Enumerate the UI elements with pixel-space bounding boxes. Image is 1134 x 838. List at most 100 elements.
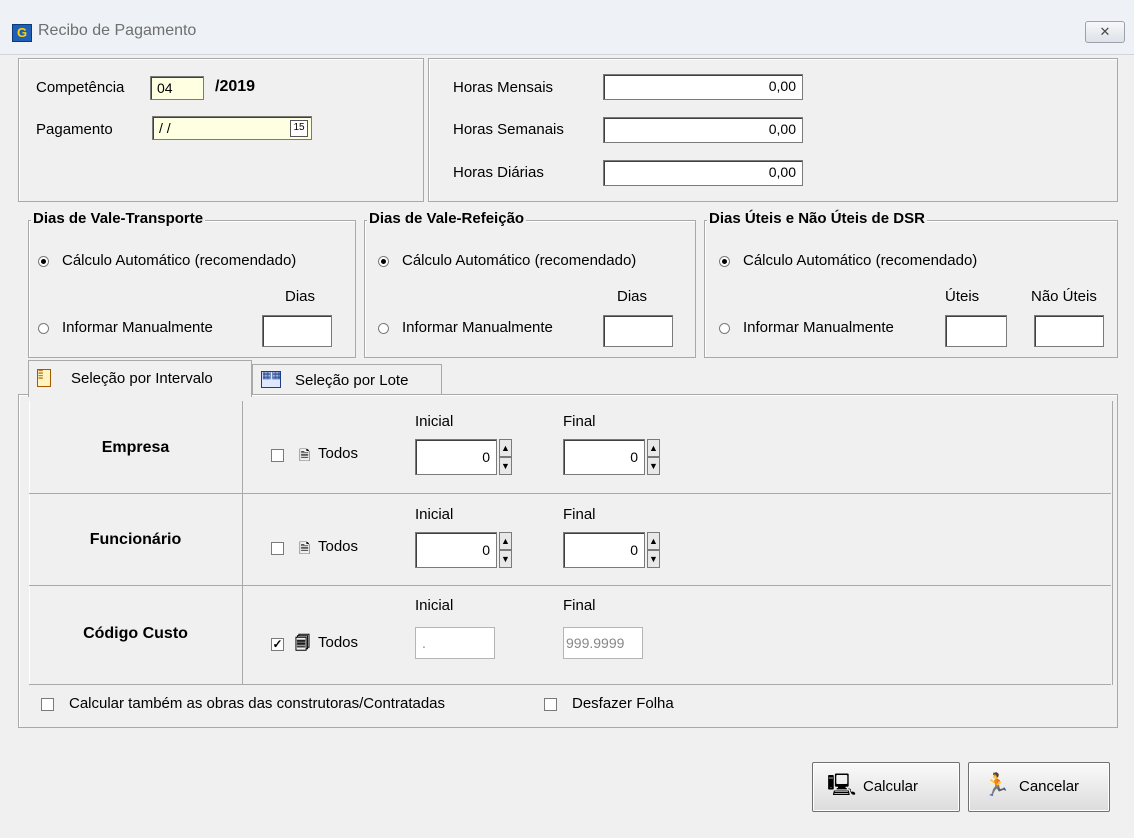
spin-up-icon[interactable]: ▲ [499,532,512,550]
grid-row-divider [29,493,1111,494]
cancelar-label: Cancelar [1019,778,1080,795]
pagamento-date-value: / / [159,120,171,136]
dsr-auto-label[interactable]: Cálculo Automático (recomendado) [743,252,977,269]
spin-up-icon[interactable]: ▲ [647,532,660,550]
desfazer-folha-label[interactable]: Desfazer Folha [572,695,674,712]
document-icon: ≡ ≡ [37,368,51,387]
vr-manual-label[interactable]: Informar Manualmente [402,319,553,336]
grid-vertical-divider [242,401,243,685]
empresa-inicial-input[interactable]: 0 [415,439,497,475]
vale-transporte-group: Dias de Vale-Transporte Cálculo Automáti… [28,210,356,358]
competencia-group: Competência 04 /2019 Pagamento / / 15 [18,58,424,202]
codigo-custo-final-label: Final [563,597,596,614]
dsr-group: Dias Úteis e Não Úteis de DSR Cálculo Au… [704,210,1118,358]
horas-diarias-label: Horas Diárias [453,164,544,181]
row-label-codigo-custo: Código Custo [83,625,188,642]
vt-dias-label: Dias [285,288,316,305]
empresa-inicial-label: Inicial [415,413,454,430]
dsr-title: Dias Úteis e Não Úteis de DSR [707,210,927,227]
pagamento-date-input[interactable]: / / 15 [152,116,312,140]
cancelar-button[interactable]: 🏃 Cancelar [968,762,1110,812]
funcionario-final-input[interactable]: 0 [563,532,645,568]
spin-down-icon[interactable]: ▼ [647,457,660,475]
spin-down-icon[interactable]: ▼ [647,550,660,568]
funcionario-todos-checkbox[interactable] [271,542,284,555]
vr-dias-input[interactable] [603,315,673,347]
tab-selecao-intervalo[interactable]: ≡ ≡ Seleção por Intervalo [28,360,252,397]
page-icon: 🗎 [299,540,311,556]
horas-mensais-input[interactable]: 0,00 [603,74,803,100]
codigo-custo-todos-label: Todos [318,634,359,651]
grid-bottom-divider [29,684,1111,685]
dsr-manual-label[interactable]: Informar Manualmente [743,319,894,336]
codigo-custo-final-input[interactable]: 999.9999 [563,627,643,659]
grid-icon: ▦▦ [261,371,281,388]
page-icon: 🗎 [299,447,311,463]
competencia-year: /2019 [215,78,256,95]
empresa-inicial-spinner[interactable]: ▲ ▼ [499,439,512,477]
vale-transporte-title: Dias de Vale-Transporte [31,210,206,227]
horas-mensais-label: Horas Mensais [453,79,554,96]
funcionario-inicial-label: Inicial [415,506,454,523]
vt-dias-input[interactable] [262,315,332,347]
dsr-uteis-input[interactable] [945,315,1007,347]
calendar-icon[interactable]: 15 [290,120,308,137]
dsr-nao-uteis-input[interactable] [1034,315,1104,347]
row-label-empresa: Empresa [101,439,170,456]
dsr-auto-radio[interactable] [719,256,730,267]
empresa-final-input[interactable]: 0 [563,439,645,475]
spin-up-icon[interactable]: ▲ [647,439,660,457]
funcionario-final-spinner[interactable]: ▲ ▼ [647,532,660,570]
funcionario-inicial-spinner[interactable]: ▲ ▼ [499,532,512,570]
empresa-final-label: Final [563,413,596,430]
codigo-custo-todos-checkbox[interactable]: ✓ [271,638,284,651]
tab-intervalo-label: Seleção por Intervalo [71,370,213,387]
empresa-final-spinner[interactable]: ▲ ▼ [647,439,660,477]
spin-up-icon[interactable]: ▲ [499,439,512,457]
tab-selecao-lote[interactable]: ▦▦ Seleção por Lote [252,364,442,395]
desfazer-folha-checkbox[interactable] [544,698,557,711]
dsr-nao-uteis-label: Não Úteis [1031,288,1097,305]
vale-refeicao-group: Dias de Vale-Refeição Cálculo Automático… [364,210,696,358]
tab-lote-label: Seleção por Lote [295,372,409,389]
vr-auto-label[interactable]: Cálculo Automático (recomendado) [402,252,636,269]
pages-icon: 🗐 [295,635,310,652]
grid-row-divider [29,585,1111,586]
horas-diarias-input[interactable]: 0,00 [603,160,803,186]
vt-auto-label[interactable]: Cálculo Automático (recomendado) [62,252,296,269]
close-button[interactable]: ✕ [1085,21,1125,43]
vt-manual-label[interactable]: Informar Manualmente [62,319,213,336]
title-bar: G Recibo de Pagamento ✕ [0,0,1134,55]
spin-down-icon[interactable]: ▼ [499,457,512,475]
competencia-month-input[interactable]: 04 [150,76,204,100]
codigo-custo-inicial-label: Inicial [415,597,454,614]
row-label-funcionario: Funcionário [89,531,182,548]
competencia-label: Competência [36,79,125,96]
vr-auto-radio[interactable] [378,256,389,267]
window-title: Recibo de Pagamento [38,22,197,39]
horas-semanais-label: Horas Semanais [453,121,564,138]
running-man-icon: 🏃 [983,772,1011,797]
vt-auto-radio[interactable] [38,256,49,267]
tab-panel: Empresa 🗎 Todos Inicial 0 ▲ ▼ Final 0 ▲ ▼ … [18,394,1118,728]
computer-icon: 🖳 [827,772,857,797]
codigo-custo-inicial-input[interactable]: . [415,627,495,659]
horas-semanais-input[interactable]: 0,00 [603,117,803,143]
dsr-manual-radio[interactable] [719,323,730,334]
calcular-label: Calcular [863,778,919,795]
vt-manual-radio[interactable] [38,323,49,334]
horas-group: Horas Mensais 0,00 Horas Semanais 0,00 H… [428,58,1118,202]
app-icon: G [12,24,32,42]
vr-manual-radio[interactable] [378,323,389,334]
spin-down-icon[interactable]: ▼ [499,550,512,568]
empresa-todos-checkbox[interactable] [271,449,284,462]
funcionario-inicial-input[interactable]: 0 [415,532,497,568]
vr-dias-label: Dias [617,288,648,305]
empresa-todos-label: Todos [318,445,359,462]
vale-refeicao-title: Dias de Vale-Refeição [367,210,527,227]
pagamento-label: Pagamento [36,121,113,138]
funcionario-final-label: Final [563,506,596,523]
obras-label[interactable]: Calcular também as obras das construtora… [69,695,445,712]
calcular-button[interactable]: 🖳 Calcular [812,762,960,812]
obras-checkbox[interactable] [41,698,54,711]
